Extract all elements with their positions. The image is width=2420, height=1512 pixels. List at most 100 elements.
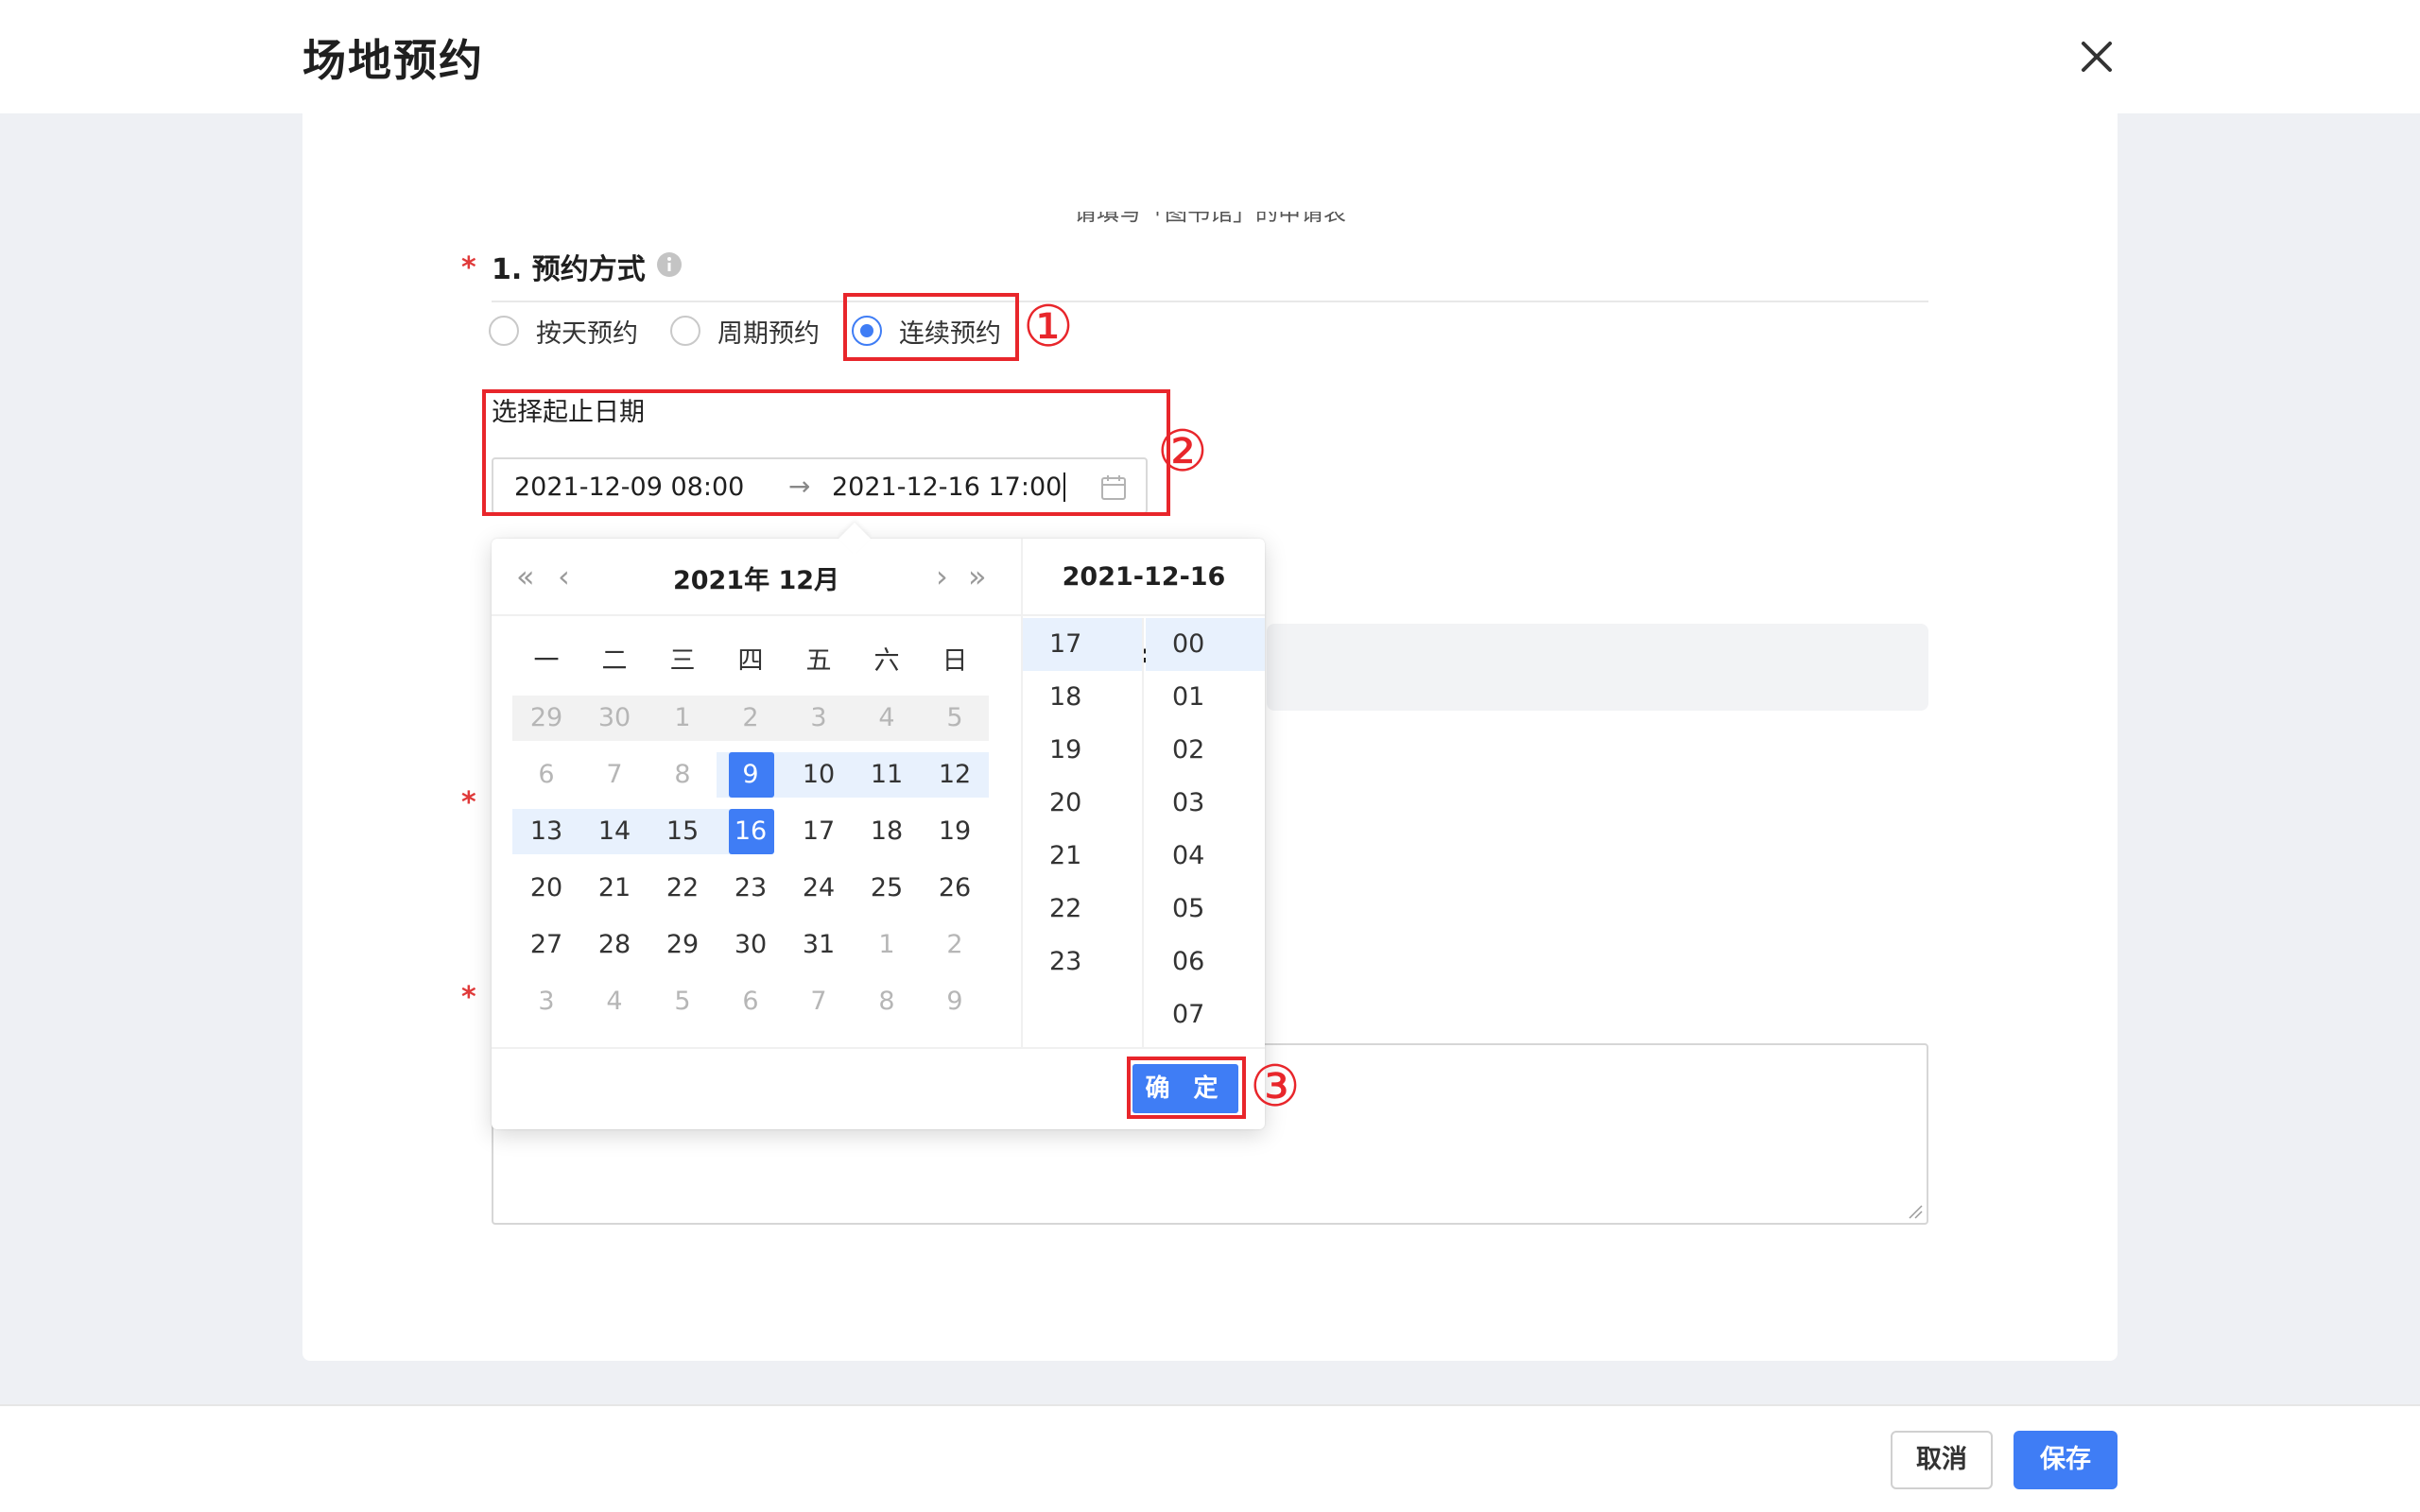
minute-column[interactable]: 00 01 02 03 04 05 06 07 xyxy=(1146,618,1265,1047)
day-cell[interactable]: 2 xyxy=(717,690,785,747)
weekday-row: 一 二 三 四 五 六 日 xyxy=(512,633,994,690)
day-cell[interactable]: 9 xyxy=(921,973,989,1030)
day-cell[interactable]: 30 xyxy=(580,690,648,747)
day-cell[interactable]: 17 xyxy=(785,803,853,860)
day-cell[interactable]: 22 xyxy=(648,860,717,917)
day-cell[interactable]: 6 xyxy=(717,973,785,1030)
step-marker: ③ xyxy=(1250,1054,1301,1120)
required-star: * xyxy=(461,981,476,1014)
weekday-label: 六 xyxy=(873,646,900,676)
weekday-label: 四 xyxy=(737,646,764,676)
day-cell[interactable]: 7 xyxy=(580,747,648,803)
save-button[interactable]: 保存 xyxy=(2014,1431,2118,1489)
day-cell[interactable]: 3 xyxy=(785,690,853,747)
resize-handle-icon[interactable] xyxy=(1908,1204,1923,1219)
day-cell[interactable]: 1 xyxy=(648,690,717,747)
required-star: * xyxy=(461,251,476,284)
info-icon[interactable] xyxy=(656,251,683,278)
day-cell[interactable]: 13 xyxy=(512,803,580,860)
highlight-box xyxy=(1127,1057,1246,1119)
day-cell[interactable]: 30 xyxy=(717,917,785,973)
radio-periodic[interactable]: 周期预约 xyxy=(670,312,820,350)
day-cell[interactable]: 4 xyxy=(853,690,921,747)
popup-footer-divider xyxy=(492,1047,1265,1049)
next-month-icon[interactable]: › xyxy=(936,558,948,595)
minute-option[interactable]: 06 xyxy=(1146,936,1265,988)
hour-column[interactable]: 17 18 19 20 21 22 23 xyxy=(1023,618,1144,1047)
form-field-background xyxy=(1267,624,1928,711)
day-cell[interactable]: 1 xyxy=(853,917,921,973)
week-row: 13 14 15 16 17 18 19 xyxy=(512,803,994,860)
week-row: 3 4 5 6 7 8 9 xyxy=(512,973,994,1030)
weekday-label: 日 xyxy=(942,646,968,676)
highlight-box xyxy=(843,293,1019,361)
calendar-grid: 一 二 三 四 五 六 日 29 30 1 2 3 4 5 6 7 8 9 10… xyxy=(512,633,994,1030)
hour-option[interactable]: 20 xyxy=(1023,777,1142,830)
question-title: 1. 预约方式 xyxy=(492,253,646,286)
day-cell[interactable]: 10 xyxy=(785,747,853,803)
day-cell[interactable]: 28 xyxy=(580,917,648,973)
required-star: * xyxy=(461,786,476,819)
page-title: 场地预约 xyxy=(302,35,484,86)
day-cell-range-start[interactable]: 9 xyxy=(717,747,785,803)
weekday-label: 二 xyxy=(601,646,628,676)
close-icon[interactable] xyxy=(2070,30,2123,83)
day-cell[interactable]: 20 xyxy=(512,860,580,917)
day-cell[interactable]: 6 xyxy=(512,747,580,803)
day-cell[interactable]: 26 xyxy=(921,860,989,917)
weekday-label: 一 xyxy=(533,646,560,676)
day-cell[interactable]: 8 xyxy=(648,747,717,803)
minute-option[interactable]: 03 xyxy=(1146,777,1265,830)
day-cell[interactable]: 29 xyxy=(648,917,717,973)
minute-option[interactable]: 02 xyxy=(1146,724,1265,777)
datetime-picker-popup: « ‹ 2021年 12月 › » 一 二 三 四 五 六 日 29 30 1 … xyxy=(492,523,1265,1129)
radio-button[interactable] xyxy=(489,316,519,346)
hour-option[interactable]: 17 xyxy=(1023,618,1142,671)
weekday-label: 三 xyxy=(669,646,696,676)
minute-option[interactable]: 04 xyxy=(1146,830,1265,883)
radio-daily[interactable]: 按天预约 xyxy=(489,312,638,350)
hour-option[interactable]: 19 xyxy=(1023,724,1142,777)
divider xyxy=(492,301,1928,302)
week-row: 20 21 22 23 24 25 26 xyxy=(512,860,994,917)
day-cell[interactable]: 27 xyxy=(512,917,580,973)
hour-option[interactable]: 22 xyxy=(1023,883,1142,936)
day-cell[interactable]: 14 xyxy=(580,803,648,860)
day-cell[interactable]: 23 xyxy=(717,860,785,917)
minute-option[interactable]: 01 xyxy=(1146,671,1265,724)
day-cell[interactable]: 19 xyxy=(921,803,989,860)
minute-option[interactable]: 05 xyxy=(1146,883,1265,936)
day-cell[interactable]: 5 xyxy=(921,690,989,747)
day-cell[interactable]: 21 xyxy=(580,860,648,917)
day-cell[interactable]: 5 xyxy=(648,973,717,1030)
day-cell[interactable]: 2 xyxy=(921,917,989,973)
highlight-box xyxy=(482,389,1170,516)
step-marker: ① xyxy=(1023,294,1074,360)
week-row: 27 28 29 30 31 1 2 xyxy=(512,917,994,973)
top-bar: 场地预约 xyxy=(0,0,2420,113)
day-cell-range-end[interactable]: 16 xyxy=(717,803,785,860)
day-cell[interactable]: 24 xyxy=(785,860,853,917)
day-cell[interactable]: 25 xyxy=(853,860,921,917)
hour-option[interactable]: 18 xyxy=(1023,671,1142,724)
minute-option[interactable]: 07 xyxy=(1146,988,1265,1041)
weekday-label: 五 xyxy=(805,646,832,676)
day-cell[interactable]: 3 xyxy=(512,973,580,1030)
day-cell[interactable]: 12 xyxy=(921,747,989,803)
hour-option[interactable]: 21 xyxy=(1023,830,1142,883)
day-cell[interactable]: 31 xyxy=(785,917,853,973)
bottom-action-bar: 取消 保存 xyxy=(0,1404,2420,1512)
radio-button[interactable] xyxy=(670,316,700,346)
day-cell[interactable]: 7 xyxy=(785,973,853,1030)
day-cell[interactable]: 29 xyxy=(512,690,580,747)
day-cell[interactable]: 18 xyxy=(853,803,921,860)
cancel-button[interactable]: 取消 xyxy=(1891,1431,1993,1489)
week-row: 29 30 1 2 3 4 5 xyxy=(512,690,994,747)
hour-option[interactable]: 23 xyxy=(1023,936,1142,988)
minute-option[interactable]: 00 xyxy=(1146,618,1265,671)
day-cell[interactable]: 15 xyxy=(648,803,717,860)
day-cell[interactable]: 8 xyxy=(853,973,921,1030)
day-cell[interactable]: 11 xyxy=(853,747,921,803)
next-year-icon[interactable]: » xyxy=(968,558,987,595)
day-cell[interactable]: 4 xyxy=(580,973,648,1030)
